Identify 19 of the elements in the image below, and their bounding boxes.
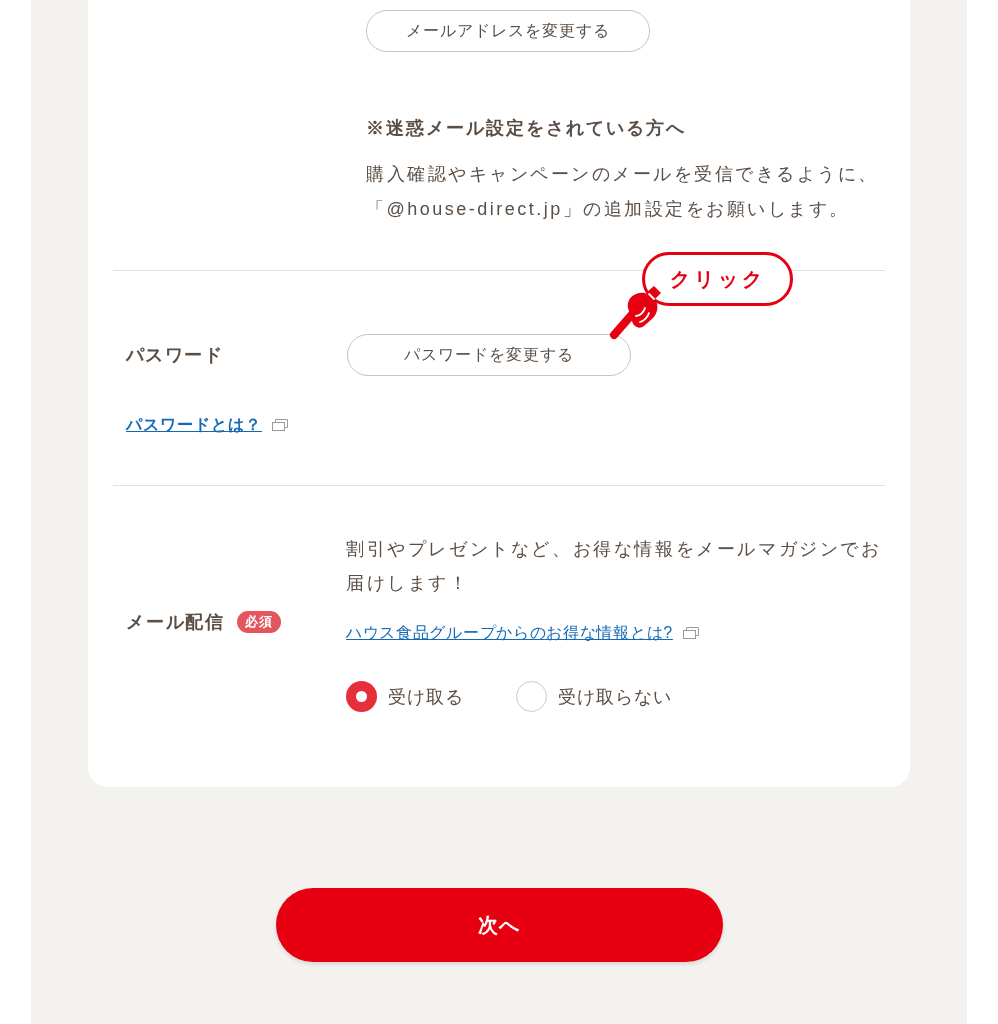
radio-button[interactable] — [346, 681, 377, 712]
radio-label: 受け取らない — [558, 685, 672, 709]
notice-text: 購入確認やキャンペーンのメールを受信できるように、「@house-direct.jp」の追加設定をお願いします。 — [366, 163, 880, 221]
radio-label: 受け取る — [388, 685, 464, 709]
pointing-hand-icon — [608, 286, 661, 341]
click-callout: クリック — [642, 252, 793, 306]
new-window-icon — [682, 627, 699, 639]
newsletter-info-link[interactable]: ハウス食品グループからのお得な情報とは? — [346, 621, 673, 645]
required-badge: 必須 — [237, 611, 281, 633]
notice-title: ※迷惑メール設定をされている方へ — [366, 117, 686, 140]
password-label: パスワード — [126, 344, 223, 367]
change-password-button[interactable]: パスワードを変更する — [347, 334, 631, 376]
radio-button[interactable] — [516, 681, 547, 712]
new-window-icon — [272, 419, 288, 431]
change-email-button[interactable]: メールアドレスを変更する — [366, 10, 650, 52]
newsletter-label: メール配信 — [126, 611, 225, 634]
newsletter-description: 割引やプレゼントなど、お得な情報をメールマガジンでお届けします！ — [346, 538, 883, 595]
next-button[interactable]: 次へ — [275, 888, 723, 962]
password-help-link[interactable]: パスワードとは？ — [126, 413, 262, 437]
